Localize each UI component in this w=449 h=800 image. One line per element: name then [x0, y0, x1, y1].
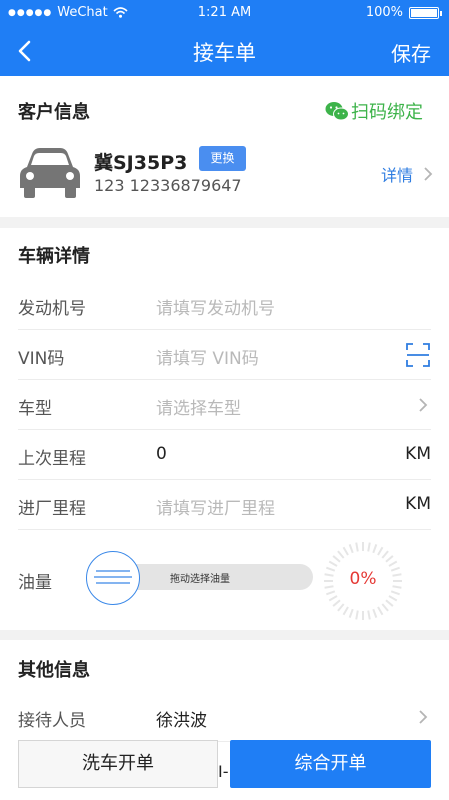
page-title: 接车单	[193, 41, 256, 65]
save-button[interactable]: 保存	[391, 38, 431, 67]
gauge-tick	[337, 550, 345, 559]
vin-label: VIN码	[18, 349, 65, 369]
vin-field[interactable]: VIN码 请填写 VIN码	[18, 330, 431, 380]
gauge-tick	[377, 606, 384, 616]
gauge-tick	[328, 595, 338, 602]
gauge-tick	[342, 546, 349, 556]
receptionist-value[interactable]: 徐洪波	[156, 706, 207, 731]
bottom-action-bar: 洗车开单 I- 综合开单	[0, 740, 449, 800]
car-icon	[20, 148, 80, 198]
fuel-slider-hint: 拖动选择油量	[170, 574, 230, 585]
last-mileage-label: 上次里程	[18, 449, 86, 469]
entry-mileage-field[interactable]: 进厂里程 请填写进厂里程 KM	[18, 480, 431, 530]
gauge-tick	[377, 546, 384, 556]
receptionist-label: 接待人员	[18, 711, 86, 731]
gauge-tick	[348, 544, 354, 554]
gauge-tick	[372, 544, 378, 554]
car-wash-order-button[interactable]: 洗车开单	[18, 740, 218, 788]
fuel-slider-handle[interactable]	[86, 551, 140, 605]
wechat-icon	[325, 102, 349, 121]
gauge-tick	[381, 550, 389, 559]
scan-icon[interactable]	[405, 342, 431, 368]
scan-bind-label: 扫码绑定	[351, 102, 423, 123]
gauge-tick	[381, 603, 389, 612]
change-vehicle-button[interactable]: 更换	[199, 146, 246, 171]
vehicle-section: 车辆详情 发动机号 请填写发动机号 VIN码 请填写 VIN码 车型 请选择车型…	[0, 228, 449, 630]
other-section-title: 其他信息	[18, 660, 90, 681]
gauge-tick	[385, 599, 394, 607]
nav-bar: 接车单 保存	[0, 26, 449, 76]
customer-phone: 123 12336879647	[94, 176, 242, 195]
chevron-right-icon	[419, 398, 428, 412]
gauge-tick	[332, 555, 341, 563]
entry-mileage-label: 进厂里程	[18, 499, 86, 519]
gauge-tick	[367, 610, 371, 620]
fuel-percent: 0%	[349, 569, 377, 589]
drag-handle-icon	[93, 569, 132, 584]
gauge-tick	[337, 603, 345, 612]
scan-bind-button[interactable]: 扫码绑定	[325, 98, 423, 124]
gauge-tick	[372, 608, 378, 618]
status-bar: ●●●●● WeChat 1:21 AM 100%	[0, 0, 449, 26]
gauge-tick	[385, 555, 394, 563]
detail-label: 详情	[380, 166, 413, 185]
last-mileage-value[interactable]: 0	[156, 444, 167, 464]
customer-section-title: 客户信息	[18, 102, 90, 123]
car-model-field[interactable]: 车型 请选择车型	[18, 380, 431, 430]
gauge-tick	[342, 606, 349, 616]
gauge-tick	[388, 560, 398, 567]
engine-number-label: 发动机号	[18, 299, 86, 319]
engine-number-field[interactable]: 发动机号 请填写发动机号	[18, 280, 431, 330]
customer-detail-link[interactable]: 详情	[381, 162, 433, 186]
entry-mileage-unit: KM	[405, 494, 431, 514]
gauge-tick	[388, 595, 398, 602]
vin-input[interactable]: 请填写 VIN码	[156, 344, 259, 369]
gauge-tick	[348, 608, 354, 618]
entry-mileage-input[interactable]: 请填写进厂里程	[156, 494, 275, 519]
battery-icon	[409, 7, 439, 19]
license-plate: 冀SJ35P3	[94, 152, 188, 174]
car-model-label: 车型	[18, 399, 52, 419]
comprehensive-order-button[interactable]: 综合开单	[230, 740, 431, 788]
receptionist-field[interactable]: 接待人员 徐洪波	[18, 692, 431, 742]
last-mileage-unit: KM	[405, 444, 431, 464]
battery-percent: 100%	[365, 5, 403, 20]
hidden-row-text: I-	[218, 762, 229, 781]
chevron-right-icon	[424, 167, 433, 181]
car-model-select[interactable]: 请选择车型	[156, 394, 241, 419]
chevron-right-icon	[419, 710, 428, 724]
gauge-tick	[355, 542, 359, 552]
gauge-tick	[355, 610, 359, 620]
gauge-tick	[326, 590, 336, 596]
fuel-label: 油量	[18, 573, 52, 593]
engine-number-input[interactable]: 请填写发动机号	[156, 294, 275, 319]
last-mileage-field[interactable]: 上次里程 0 KM	[18, 430, 431, 480]
vehicle-section-title: 车辆详情	[18, 246, 90, 267]
gauge-tick	[332, 599, 341, 607]
gauge-tick	[390, 590, 400, 596]
customer-section: 客户信息 扫码绑定 冀SJ35P3 更换 123 12336879647 详情	[0, 76, 449, 217]
gauge-tick	[328, 560, 338, 567]
gauge-tick	[367, 542, 371, 552]
